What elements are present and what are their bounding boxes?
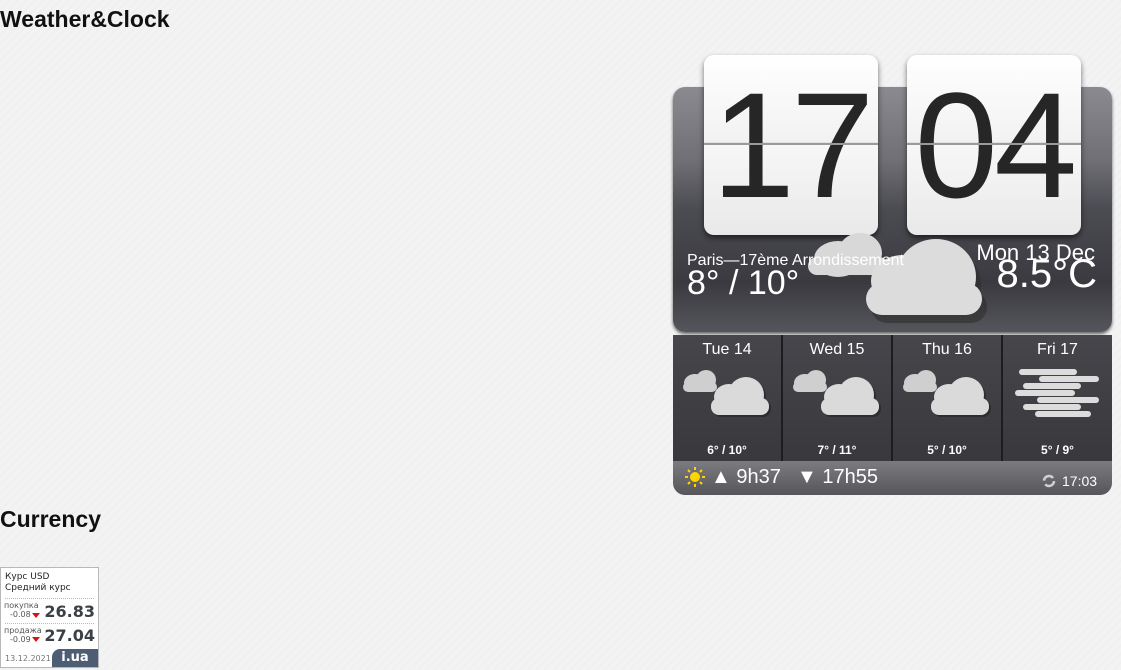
currency-heading: Currency — [0, 506, 101, 532]
sun-times-bar: ▲ 9h37 ▼ 17h55 17:03 — [673, 461, 1112, 495]
refresh-icon[interactable] — [1042, 474, 1056, 488]
clock-hours: 17 — [711, 61, 875, 229]
forecast-day[interactable]: Tue 14 6° / 10° — [673, 335, 783, 461]
fog-icon — [1015, 369, 1099, 417]
currency-widget[interactable]: Курс USD Средний курс покупка -0.08 26.8… — [0, 567, 99, 668]
flip-seam — [704, 143, 878, 145]
down-arrow-icon — [32, 637, 40, 642]
weather-clock-heading: Weather&Clock — [0, 6, 170, 32]
currency-title-text: Курс USD — [5, 572, 50, 582]
forecast-range: 6° / 10° — [707, 443, 747, 457]
forecast-range: 5° / 10° — [927, 443, 967, 457]
currency-title: Курс USD Средний курс — [5, 572, 71, 594]
sun-icon — [685, 467, 705, 487]
buy-value: 26.83 — [44, 602, 95, 621]
sell-value: 27.04 — [44, 626, 95, 645]
forecast-day[interactable]: Wed 15 7° / 11° — [783, 335, 893, 461]
currency-subtitle: Средний курс — [5, 583, 71, 593]
clock-minutes-card: 04 — [907, 55, 1081, 235]
sunset-time: ▼ 17h55 — [797, 466, 878, 488]
forecast-day-name: Fri 17 — [1037, 341, 1078, 358]
sunrise-time: ▲ 9h37 — [711, 466, 781, 488]
iua-logo[interactable]: i.ua — [52, 649, 98, 667]
forecast-day-name: Thu 16 — [922, 341, 972, 358]
buy-change: -0.08 — [10, 610, 31, 619]
weather-clock-widget[interactable]: 17 04 Paris—17ème Arrondissement 8° / 10… — [673, 55, 1112, 495]
forecast-range: 7° / 11° — [817, 443, 857, 457]
forecast-strip: Tue 14 6° / 10° Wed 15 7° / 11° Thu 16 5… — [673, 335, 1112, 461]
down-arrow-icon — [32, 613, 40, 618]
current-temperature: 8.5°C — [996, 252, 1098, 296]
clock-minutes: 04 — [914, 61, 1078, 229]
divider — [5, 598, 94, 600]
currency-date: 13.12.2021 — [5, 654, 51, 663]
cloudy-icon — [903, 370, 991, 417]
cloudy-icon — [683, 370, 771, 417]
sell-change: -0.09 — [10, 635, 31, 644]
forecast-day[interactable]: Fri 17 5° / 9° — [1003, 335, 1112, 461]
last-updated-time: 17:03 — [1062, 473, 1098, 489]
cloudy-icon — [808, 233, 987, 323]
clock-hours-card: 17 — [704, 55, 878, 235]
flip-seam — [907, 143, 1081, 145]
forecast-day-name: Wed 15 — [809, 341, 865, 358]
buy-label: покупка — [4, 601, 39, 610]
divider — [5, 623, 94, 625]
forecast-day-name: Tue 14 — [702, 341, 752, 358]
forecast-day[interactable]: Thu 16 5° / 10° — [893, 335, 1003, 461]
forecast-range: 5° / 9° — [1041, 443, 1074, 457]
today-temperature-range: 8° / 10° — [687, 264, 800, 302]
cloudy-icon — [793, 370, 881, 417]
sell-label: продажа — [4, 626, 42, 635]
